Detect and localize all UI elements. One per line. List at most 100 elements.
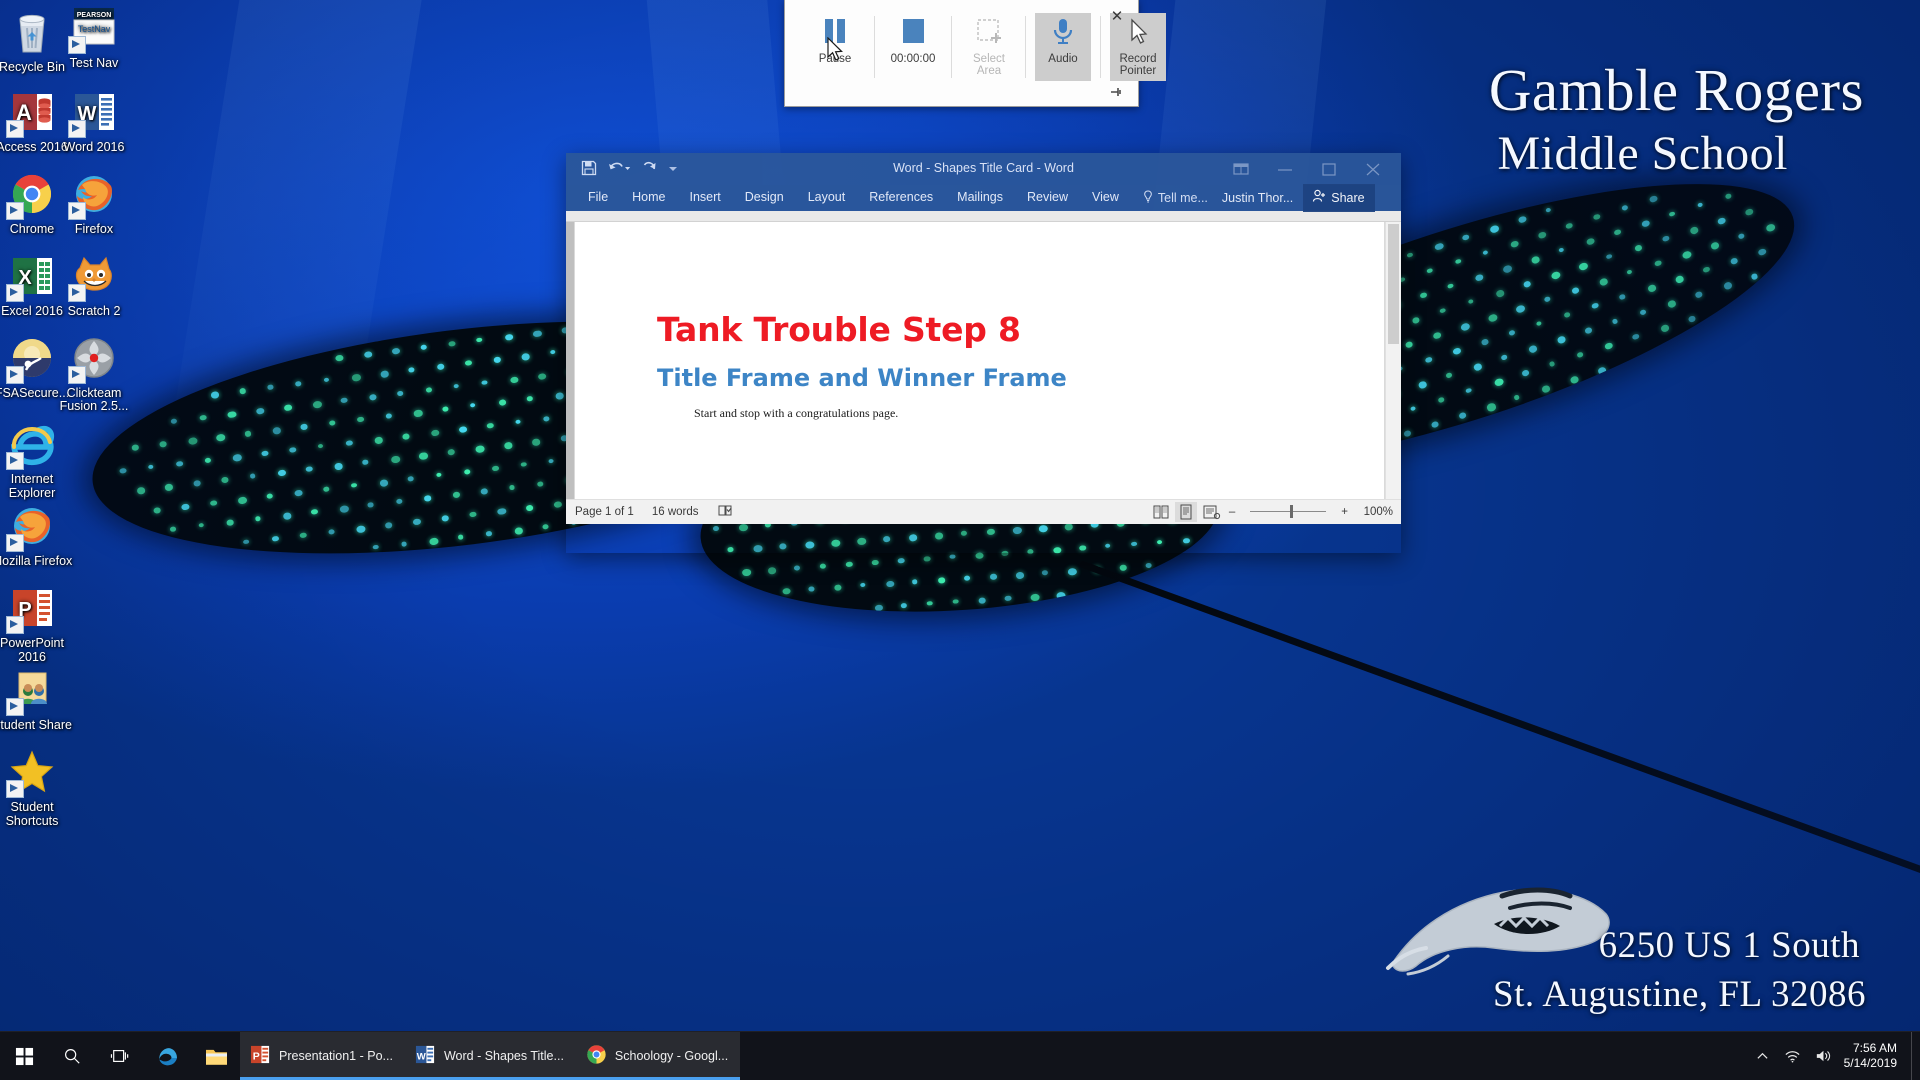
desktop-icon-firefox[interactable]: Firefox <box>52 170 136 237</box>
taskbar-item-label: Presentation1 - Po... <box>279 1049 393 1063</box>
desktop-icon-label: Mozilla Firefox <box>0 555 74 569</box>
collapsed-ribbon-strip <box>566 211 1401 222</box>
word-icon: W <box>415 1044 436 1068</box>
tab-review[interactable]: Review <box>1015 186 1080 210</box>
pause-recording-button[interactable]: Pause <box>807 13 863 81</box>
tab-home[interactable]: Home <box>620 186 677 210</box>
zoom-percentage[interactable]: 100% <box>1355 506 1393 518</box>
desktop-icon-student-share[interactable]: Student Share <box>0 666 74 733</box>
tab-file[interactable]: File <box>576 186 620 210</box>
desktop-icon-test-nav[interactable]: PEARSON TestNav Test Nav <box>52 4 136 71</box>
read-mode-icon[interactable] <box>1150 502 1172 522</box>
volume-icon[interactable] <box>1808 1032 1838 1080</box>
desktop-icon-label: PowerPoint 2016 <box>0 637 74 664</box>
zoom-slider-track <box>1250 511 1326 512</box>
audio-button-label: Audio <box>1048 53 1077 65</box>
shortcut-overlay-icon <box>68 36 86 54</box>
close-icon[interactable] <box>1351 155 1395 183</box>
taskbar-file-explorer-button[interactable] <box>192 1032 240 1080</box>
document-canvas: Tank Trouble Step 8 Title Frame and Winn… <box>566 222 1401 499</box>
desktop-icon-label: Student Share <box>0 719 74 733</box>
shortcut-overlay-icon <box>6 534 24 552</box>
desktop-icon-powerpoint-2016[interactable]: P PowerPoint 2016 <box>0 584 74 664</box>
tab-mailings[interactable]: Mailings <box>945 186 1015 210</box>
svg-text:PEARSON: PEARSON <box>77 12 112 19</box>
desktop-icon-word-2016[interactable]: W Word 2016 <box>52 88 136 155</box>
select-area-label-line2: Area <box>977 65 1001 77</box>
show-hidden-icons-chevron-icon[interactable] <box>1748 1032 1778 1080</box>
stop-recording-button[interactable]: 00:00:00 <box>885 13 941 81</box>
word-status-bar: Page 1 of 1 16 words – + 100% <box>566 499 1401 524</box>
share-button-label: Share <box>1331 191 1364 205</box>
recording-timer: 00:00:00 <box>891 53 936 65</box>
task-view-icon[interactable] <box>96 1032 144 1080</box>
testnav-pearson-icon: PEARSON TestNav <box>70 4 118 52</box>
document-subtitle-text: Title Frame and Winner Frame <box>657 364 1067 392</box>
show-desktop-button[interactable] <box>1911 1032 1920 1080</box>
windows-taskbar: P Presentation1 - Po... W Word - Shapes … <box>0 1031 1920 1080</box>
powerpoint-icon: P <box>8 584 56 632</box>
shortcut-overlay-icon <box>68 284 86 302</box>
access-icon: A <box>8 88 56 136</box>
screen-recorder-toolbar: Pause 00:00:00 Select Area Audio Record … <box>784 0 1139 107</box>
minimize-icon[interactable] <box>1263 155 1307 183</box>
scrollbar-thumb[interactable] <box>1388 224 1399 344</box>
document-body-text: Start and stop with a congratulations pa… <box>694 406 898 421</box>
zoom-slider-thumb[interactable] <box>1290 505 1293 518</box>
desktop-icon-label: Test Nav <box>52 57 136 71</box>
word-count[interactable]: 16 words <box>643 506 708 518</box>
audio-toggle-button[interactable]: Audio <box>1035 13 1091 81</box>
ribbon-options-icon[interactable] <box>1219 155 1263 183</box>
proofing-errors-icon[interactable] <box>708 504 742 520</box>
print-layout-icon[interactable] <box>1175 502 1197 522</box>
shortcut-overlay-icon <box>6 202 24 220</box>
search-icon[interactable] <box>48 1032 96 1080</box>
desktop-icon-label: Clickteam Fusion 2.5... <box>52 387 136 413</box>
taskbar-item-presentation1[interactable]: P Presentation1 - Po... <box>240 1032 405 1080</box>
zoom-out-button[interactable]: – <box>1225 506 1239 518</box>
taskbar-item-label: Word - Shapes Title... <box>444 1049 564 1063</box>
excel-icon: X <box>8 252 56 300</box>
chrome-icon <box>8 170 56 218</box>
pause-button-label: Pause <box>819 53 852 65</box>
share-button[interactable]: Share <box>1303 184 1374 212</box>
start-button[interactable] <box>0 1032 48 1080</box>
word-title-bar[interactable]: Word - Shapes Title Card - Word <box>566 153 1401 185</box>
zoom-in-button[interactable]: + <box>1337 506 1352 518</box>
document-page[interactable]: Tank Trouble Step 8 Title Frame and Winn… <box>574 222 1385 499</box>
ribbon-tab-bar: File Home Insert Design Layout Reference… <box>566 185 1401 211</box>
desktop-icon-scratch-2[interactable]: Scratch 2 <box>52 252 136 319</box>
tab-insert[interactable]: Insert <box>678 186 733 210</box>
desktop-icon-clickteam-fusion[interactable]: Clickteam Fusion 2.5... <box>52 334 136 413</box>
pin-toolbar-icon[interactable] <box>1109 85 1123 99</box>
tab-view[interactable]: View <box>1080 186 1131 210</box>
taskbar-item-schoology-chrome[interactable]: Schoology - Googl... <box>576 1032 740 1080</box>
restore-icon[interactable] <box>1307 155 1351 183</box>
close-icon[interactable]: ✕ <box>1110 10 1124 24</box>
powerpoint-icon: P <box>250 1044 271 1068</box>
desktop-icon-internet-explorer[interactable]: Internet Explorer <box>0 420 74 500</box>
status-bar-right: – + 100% <box>1150 500 1393 524</box>
desktop-icon-student-shortcuts[interactable]: Student Shortcuts <box>0 748 74 828</box>
account-name[interactable]: Justin Thor... <box>1214 187 1301 209</box>
network-wifi-icon[interactable] <box>1778 1032 1808 1080</box>
select-area-button[interactable]: Select Area <box>961 13 1017 81</box>
desktop-icon-mozilla-firefox[interactable]: Mozilla Firefox <box>0 502 74 569</box>
tab-references[interactable]: References <box>857 186 945 210</box>
svg-text:W: W <box>417 1051 426 1062</box>
tell-me-search[interactable]: Tell me... <box>1137 186 1214 211</box>
web-layout-icon[interactable] <box>1200 502 1222 522</box>
firefox-icon <box>70 170 118 218</box>
vertical-scrollbar[interactable] <box>1385 222 1401 499</box>
pause-icon <box>820 17 850 49</box>
taskbar-item-word[interactable]: W Word - Shapes Title... <box>405 1032 576 1080</box>
taskbar-clock[interactable]: 7:56 AM 5/14/2019 <box>1838 1032 1911 1080</box>
taskbar-edge-button[interactable] <box>144 1032 192 1080</box>
tab-layout[interactable]: Layout <box>796 186 858 210</box>
zoom-slider[interactable] <box>1242 502 1334 522</box>
toolbar-separator <box>951 16 952 78</box>
shortcut-overlay-icon <box>6 120 24 138</box>
tab-design[interactable]: Design <box>733 186 796 210</box>
page-indicator[interactable]: Page 1 of 1 <box>566 506 643 518</box>
window-controls <box>1219 155 1395 183</box>
